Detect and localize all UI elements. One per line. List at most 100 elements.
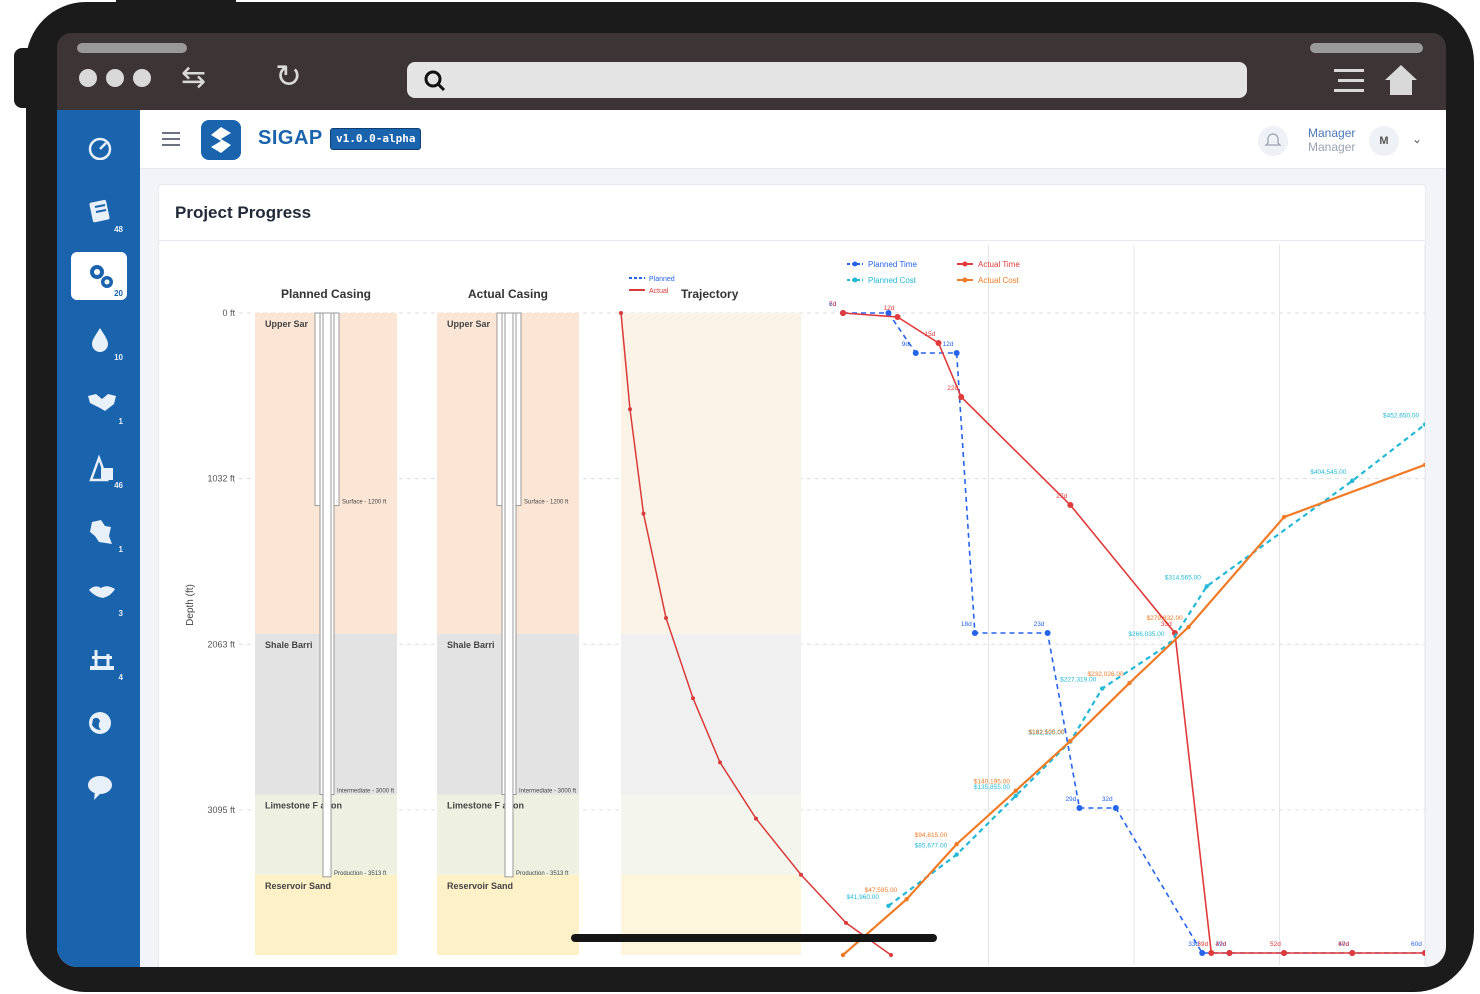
- panel-title: Actual Casing: [468, 287, 548, 301]
- depth-tick-label: 1032 ft: [207, 474, 235, 484]
- series-point: [1208, 950, 1215, 956]
- trajectory-point: [628, 407, 632, 412]
- data-label: 7d: [829, 301, 837, 308]
- sidebar-item-contracts[interactable]: 1: [71, 380, 127, 428]
- series-point: [1204, 584, 1209, 589]
- data-label: $85,677.00: [915, 843, 948, 850]
- bell-icon: [1264, 133, 1282, 146]
- browser-tab-pill[interactable]: [77, 43, 187, 53]
- series-point: [935, 340, 942, 346]
- notifications-button[interactable]: [1258, 126, 1288, 156]
- data-label: 27d: [1056, 493, 1067, 500]
- sidebar-badge: 48: [114, 225, 123, 234]
- series-point: [904, 897, 909, 902]
- chevron-down-icon[interactable]: ⌄: [1412, 132, 1422, 146]
- trajectory-band: [621, 874, 801, 955]
- app-header: SIGAP v1.0.0-alpha Manager Manager M ⌄: [140, 110, 1446, 169]
- data-label: $232,026.00: [1087, 671, 1124, 678]
- hamburger-menu-icon[interactable]: [162, 132, 180, 150]
- series-point: [1127, 680, 1132, 686]
- sidebar-item-regions[interactable]: 1: [71, 508, 127, 556]
- home-icon[interactable]: [1383, 63, 1419, 97]
- data-label: 60d: [1411, 941, 1422, 948]
- island-icon: [89, 586, 115, 598]
- data-label: $266,035.00: [1128, 631, 1165, 638]
- sidebar-item-operations[interactable]: 20: [71, 252, 127, 300]
- home-indicator: [571, 934, 937, 942]
- speedometer-icon: [88, 137, 112, 160]
- legend-marker: [852, 261, 858, 267]
- series-point: [1226, 950, 1233, 956]
- series-point: [1422, 950, 1425, 956]
- reload-icon[interactable]: ↻: [275, 60, 302, 92]
- globe-icon: [89, 712, 111, 734]
- data-label: 29d: [1065, 796, 1076, 803]
- legend-label: Actual Time: [978, 260, 1020, 269]
- casing-string: [504, 312, 514, 878]
- sidebar-item-global[interactable]: [71, 700, 127, 748]
- legend-label: Planned Time: [868, 260, 917, 269]
- trajectory-band: [621, 313, 801, 634]
- sidebar-item-documents[interactable]: 48: [71, 188, 127, 236]
- device-side-tab: [14, 48, 54, 108]
- series-point: [1350, 478, 1355, 484]
- sidebar-item-fluids[interactable]: 10: [71, 316, 127, 364]
- y-axis-label: Depth (ft): [185, 584, 196, 626]
- browser-toolbar: ⇆ ↻: [57, 33, 1446, 110]
- formation-label: Upper Sar: [447, 319, 491, 329]
- data-label: 23d: [1034, 621, 1045, 628]
- series-point: [894, 314, 901, 320]
- user-name: Manager: [1308, 126, 1356, 140]
- casing-label: Surface - 1200 ft: [342, 500, 387, 506]
- app-logo[interactable]: [201, 120, 241, 160]
- panel-title: Planned Casing: [281, 287, 371, 301]
- trajectory-point: [664, 615, 668, 620]
- casing-label: Production - 3513 ft: [516, 871, 569, 877]
- legend-label-actual: Actual: [649, 288, 669, 295]
- data-label: 39d: [1197, 941, 1208, 948]
- user-role: Manager: [1308, 140, 1356, 154]
- depth-tick-label: 0 ft: [222, 308, 235, 318]
- handshake-icon: [88, 394, 116, 411]
- series-point: [1281, 514, 1287, 520]
- series-point: [958, 394, 965, 400]
- sidebar-item-rigs[interactable]: 4: [71, 636, 127, 684]
- series-point: [840, 310, 846, 316]
- trajectory-point: [799, 872, 803, 877]
- project-progress-card: Project Progress Depth (ft) 0 ft 1032 ft 20…: [158, 184, 1426, 967]
- sidebar-badge: 4: [118, 673, 123, 682]
- sidebar-badge: 10: [114, 353, 123, 362]
- legend-label-planned: Planned: [649, 276, 675, 283]
- sidebar-item-messages[interactable]: [71, 764, 127, 812]
- menu-lines-icon[interactable]: [1334, 66, 1364, 96]
- sidebar-item-dashboard[interactable]: [71, 124, 127, 172]
- back-forward-icon[interactable]: ⇆: [181, 63, 206, 93]
- depth-tick-label: 3095 ft: [207, 805, 235, 815]
- data-label: $47,595.00: [865, 887, 898, 894]
- data-label: 12d: [884, 305, 895, 312]
- project-progress-chart: Depth (ft) 0 ft 1032 ft 2063 ft 3095 ft Plann…: [185, 245, 1425, 965]
- sidebar-item-wells[interactable]: 46: [71, 444, 127, 492]
- data-label: 22d: [947, 385, 958, 392]
- trajectory-point: [718, 760, 722, 765]
- series-point: [1068, 738, 1073, 744]
- series-point: [1281, 950, 1288, 956]
- series-point: [954, 841, 959, 847]
- address-bar[interactable]: [407, 62, 1247, 98]
- data-label: 33d: [1161, 621, 1172, 628]
- trajectory-point: [889, 953, 893, 957]
- window-controls[interactable]: [79, 69, 151, 87]
- browser-tab-pill-right[interactable]: [1310, 43, 1423, 53]
- data-label: 52d: [1270, 941, 1281, 948]
- avatar[interactable]: M: [1369, 126, 1399, 156]
- series-point: [971, 630, 978, 636]
- data-label: $182,505.00: [1028, 729, 1065, 736]
- sidebar-badge: 46: [114, 481, 123, 490]
- user-info[interactable]: Manager Manager: [1308, 126, 1355, 154]
- sidebar-item-islands[interactable]: 3: [71, 572, 127, 620]
- series-point: [953, 350, 960, 356]
- series-point: [1076, 805, 1083, 811]
- legend-label: Planned Cost: [868, 276, 917, 285]
- series-point: [912, 350, 919, 356]
- series-point: [954, 852, 959, 857]
